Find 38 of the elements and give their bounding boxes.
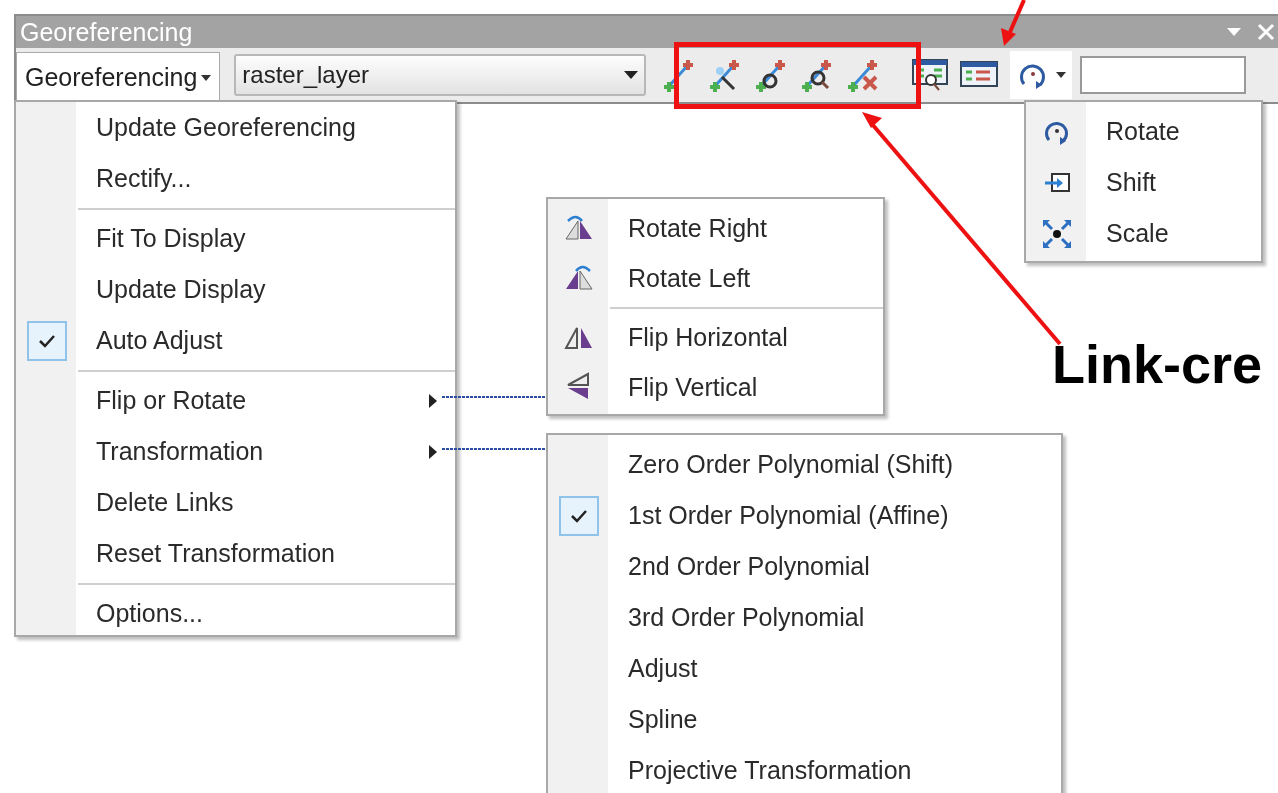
menu-item[interactable]: Fit To Display <box>16 213 455 264</box>
rotate-tool-button[interactable] <box>1010 51 1073 99</box>
menu-item[interactable]: Rotate <box>1026 106 1261 157</box>
menu-item[interactable]: Projective Transformation <box>548 745 1061 793</box>
menu-item[interactable]: Rotate Right <box>548 203 883 253</box>
menu-item[interactable]: Options... <box>16 588 455 639</box>
caret-icon <box>1056 72 1067 78</box>
menu-item[interactable]: Rotate Left <box>548 253 883 303</box>
menu-item[interactable]: Reset Transformation <box>16 528 455 579</box>
window-title: Georeferencing <box>20 17 193 47</box>
georeferencing-menu-button[interactable]: Georeferencing <box>16 52 221 102</box>
menu-item[interactable]: Shift <box>1026 157 1261 208</box>
menu-item[interactable]: Flip Vertical <box>548 362 883 412</box>
menu-item[interactable]: Spline <box>548 694 1061 745</box>
callout-label: Link-cre <box>1052 333 1263 395</box>
layer-dropdown[interactable]: raster_layer <box>234 54 647 96</box>
menu-item[interactable]: Flip Horizontal <box>548 312 883 362</box>
table-zoom-icon[interactable] <box>912 58 951 92</box>
input-field[interactable] <box>1080 56 1247 94</box>
menu-item[interactable]: Update Display <box>16 264 455 315</box>
menu-item[interactable]: Scale <box>1026 208 1261 259</box>
menu-item[interactable]: Update Georeferencing <box>16 102 455 153</box>
menu-item[interactable]: Rectify... <box>16 153 455 204</box>
menu-item[interactable]: Auto Adjust <box>16 315 455 366</box>
menu-item[interactable]: 1st Order Polynomial (Affine) <box>548 490 1061 541</box>
menu-item[interactable]: Zero Order Polynomial (Shift) <box>548 439 1061 490</box>
menu-item[interactable]: 3rd Order Polynomial <box>548 592 1061 643</box>
scale-icon <box>1041 217 1073 250</box>
shift-icon <box>1042 170 1072 195</box>
table-icon[interactable] <box>960 60 999 90</box>
menu-item[interactable]: Delete Links <box>16 477 455 528</box>
menu-item[interactable]: Flip or Rotate <box>16 375 455 426</box>
menu-item[interactable]: 2nd Order Polynomial <box>548 541 1061 592</box>
caret-icon <box>624 71 639 79</box>
menu-item[interactable]: Transformation <box>16 426 455 477</box>
annotation-arrow <box>1001 0 1026 46</box>
caret-icon <box>201 74 212 81</box>
menu-item[interactable]: Adjust <box>548 643 1061 694</box>
